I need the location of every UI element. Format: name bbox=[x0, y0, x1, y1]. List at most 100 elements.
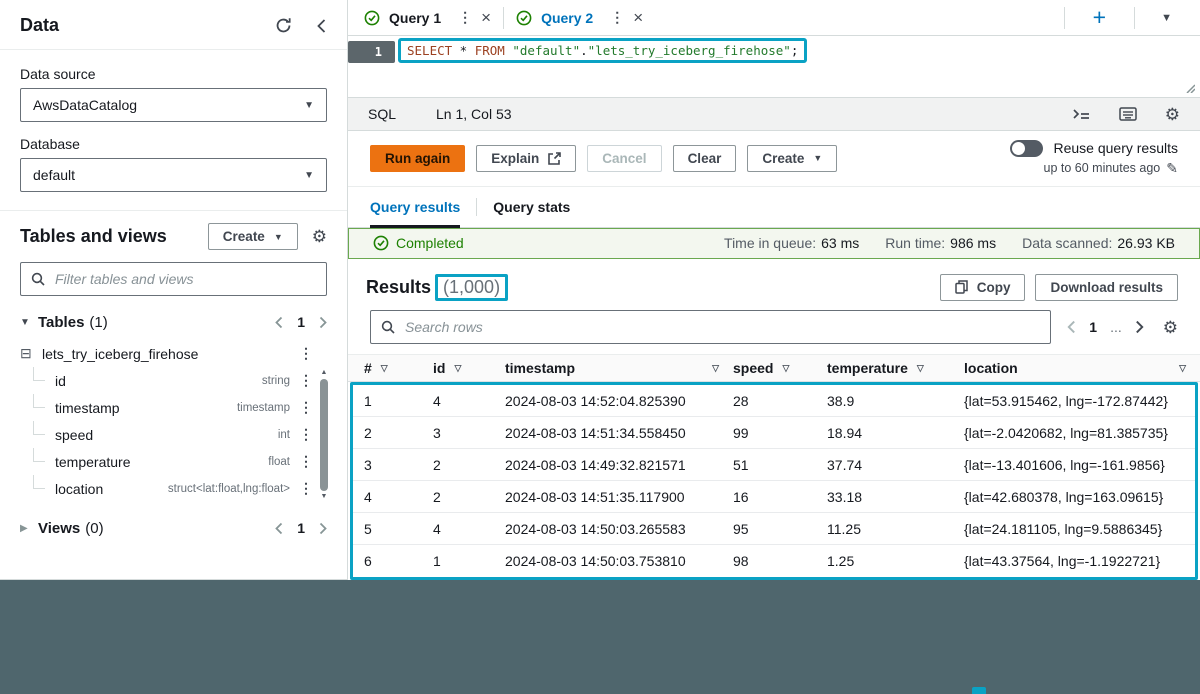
page-next-icon[interactable] bbox=[319, 316, 327, 329]
kebab-menu-icon[interactable]: ⋮ bbox=[299, 480, 313, 497]
scrollbar[interactable]: ▲ ▼ bbox=[319, 368, 329, 502]
cancel-button[interactable]: Cancel bbox=[587, 145, 661, 172]
col-header[interactable]: temperature bbox=[827, 360, 908, 376]
results-search-row: 1 ... ⚙ bbox=[370, 310, 1178, 344]
results-rows-annotation-box: 142024-08-03 14:52:04.8253902838.9{lat=5… bbox=[350, 382, 1198, 580]
col-header[interactable]: # bbox=[364, 360, 372, 376]
cursor-position: Ln 1, Col 53 bbox=[436, 106, 512, 122]
scroll-down-icon[interactable]: ▼ bbox=[321, 492, 328, 502]
scroll-up-icon[interactable]: ▲ bbox=[321, 368, 328, 378]
sql-keyword: SELECT bbox=[407, 43, 452, 58]
sql-editor[interactable]: 1 SELECT * FROM "default"."lets_try_iceb… bbox=[348, 36, 1200, 97]
page-prev-icon[interactable] bbox=[275, 522, 283, 535]
tree-connector bbox=[33, 394, 45, 408]
create-button[interactable]: Create▼ bbox=[747, 145, 837, 172]
caret-right-icon[interactable]: ▶ bbox=[20, 523, 38, 534]
current-page-number[interactable]: 1 bbox=[1089, 319, 1097, 335]
close-icon[interactable]: × bbox=[481, 9, 491, 26]
tab-query-2[interactable]: Query 2 ⋮ × bbox=[516, 9, 643, 26]
kebab-menu-icon[interactable]: ⋮ bbox=[458, 9, 472, 26]
table-row[interactable]: 612024-08-03 14:50:03.753810981.25{lat=4… bbox=[353, 545, 1195, 577]
col-header[interactable]: id bbox=[433, 360, 445, 376]
new-query-tab-icon[interactable]: + bbox=[1093, 6, 1106, 29]
filter-icon[interactable]: ▽ bbox=[712, 363, 719, 374]
search-rows-input[interactable] bbox=[403, 318, 1040, 336]
page-next-icon[interactable] bbox=[319, 522, 327, 535]
filter-icon[interactable]: ▽ bbox=[1179, 363, 1186, 374]
page-prev-icon[interactable] bbox=[1067, 320, 1076, 334]
filter-tables-input[interactable] bbox=[53, 270, 316, 288]
keyboard-shortcuts-icon[interactable] bbox=[1119, 107, 1137, 121]
database-select[interactable]: default ▼ bbox=[20, 158, 327, 192]
table-name: lets_try_iceberg_firehose bbox=[42, 346, 198, 362]
filter-tables-input-wrap bbox=[20, 262, 327, 296]
data-scanned-value: 26.93 KB bbox=[1117, 235, 1175, 251]
filter-icon[interactable]: ▽ bbox=[381, 363, 388, 374]
col-header[interactable]: speed bbox=[733, 360, 773, 376]
filter-icon[interactable]: ▽ bbox=[782, 363, 789, 374]
collapse-panel-icon[interactable] bbox=[316, 18, 327, 34]
sql-keyword: FROM bbox=[475, 43, 505, 58]
sidebar-header: Data bbox=[0, 0, 347, 50]
data-source-value: AwsDataCatalog bbox=[33, 97, 137, 113]
kebab-menu-icon[interactable]: ⋮ bbox=[299, 345, 313, 362]
kebab-menu-icon[interactable]: ⋮ bbox=[299, 399, 313, 416]
page-prev-icon[interactable] bbox=[275, 316, 283, 329]
data-source-select[interactable]: AwsDataCatalog ▼ bbox=[20, 88, 327, 122]
kebab-menu-icon[interactable]: ⋮ bbox=[299, 372, 313, 389]
clear-button[interactable]: Clear bbox=[673, 145, 737, 172]
page-next-icon[interactable] bbox=[1135, 320, 1144, 334]
explain-button[interactable]: Explain bbox=[476, 145, 576, 172]
sql-query-line[interactable]: SELECT * FROM "default"."lets_try_iceber… bbox=[398, 38, 807, 63]
sidebar-title: Data bbox=[20, 15, 59, 36]
copy-button[interactable]: Copy bbox=[940, 274, 1026, 301]
data-scanned-label: Data scanned: bbox=[1022, 235, 1112, 251]
divider bbox=[503, 7, 504, 29]
edit-pencil-icon[interactable]: ✎ bbox=[1166, 160, 1178, 177]
tree-connector bbox=[33, 448, 45, 462]
resize-handle[interactable] bbox=[1184, 82, 1195, 93]
filter-icon[interactable]: ▽ bbox=[454, 363, 461, 374]
col-header[interactable]: timestamp bbox=[505, 360, 575, 376]
tab-query-results[interactable]: Query results bbox=[370, 187, 460, 227]
tree-connector bbox=[33, 421, 45, 435]
views-section-label: Views bbox=[38, 520, 80, 537]
format-query-icon[interactable] bbox=[1072, 107, 1091, 121]
col-header[interactable]: location bbox=[964, 360, 1018, 376]
results-count: (1,000) bbox=[435, 274, 508, 301]
table-row[interactable]: 232024-08-03 14:51:34.5584509918.94{lat=… bbox=[353, 417, 1195, 449]
data-source-label: Data source bbox=[20, 66, 327, 82]
reuse-duration-text: up to 60 minutes ago bbox=[1044, 161, 1161, 175]
filter-icon[interactable]: ▽ bbox=[917, 363, 924, 374]
tab-list-dropdown-icon[interactable]: ▼ bbox=[1161, 12, 1172, 24]
gear-icon[interactable]: ⚙ bbox=[1165, 106, 1180, 123]
close-icon[interactable]: × bbox=[633, 9, 643, 26]
collapse-node-icon[interactable]: ⊟ bbox=[20, 345, 42, 362]
table-tree-item[interactable]: ⊟ lets_try_iceberg_firehose ⋮ bbox=[20, 340, 313, 367]
column-item: id string ⋮ bbox=[20, 367, 313, 394]
caret-down-icon[interactable]: ▼ bbox=[20, 317, 38, 328]
results-title: Results bbox=[366, 277, 431, 298]
tab-query-1[interactable]: Query 1 ⋮ × bbox=[364, 9, 491, 26]
run-time-label: Run time: bbox=[885, 235, 945, 251]
kebab-menu-icon[interactable]: ⋮ bbox=[610, 9, 624, 26]
download-results-button[interactable]: Download results bbox=[1035, 274, 1178, 301]
reuse-results-toggle[interactable] bbox=[1010, 140, 1043, 157]
run-again-button[interactable]: Run again bbox=[370, 145, 465, 172]
gear-icon[interactable]: ⚙ bbox=[312, 228, 327, 245]
table-row[interactable]: 422024-08-03 14:51:35.1179001633.18{lat=… bbox=[353, 481, 1195, 513]
query-status-banner: Completed Time in queue:63 ms Run time:9… bbox=[348, 228, 1200, 259]
create-table-button[interactable]: Create▼ bbox=[208, 223, 298, 250]
kebab-menu-icon[interactable]: ⋮ bbox=[299, 453, 313, 470]
table-row[interactable]: 322024-08-03 14:49:32.8215715137.74{lat=… bbox=[353, 449, 1195, 481]
kebab-menu-icon[interactable]: ⋮ bbox=[299, 426, 313, 443]
scrollbar-thumb[interactable] bbox=[320, 379, 328, 491]
divider bbox=[476, 198, 477, 216]
column-item: timestamp timestamp ⋮ bbox=[20, 394, 313, 421]
table-row[interactable]: 542024-08-03 14:50:03.2655839511.25{lat=… bbox=[353, 513, 1195, 545]
gear-icon[interactable]: ⚙ bbox=[1163, 319, 1178, 336]
tab-query-stats[interactable]: Query stats bbox=[493, 187, 570, 227]
refresh-icon[interactable] bbox=[275, 17, 292, 34]
table-row[interactable]: 142024-08-03 14:52:04.8253902838.9{lat=5… bbox=[353, 385, 1195, 417]
editor-language: SQL bbox=[368, 106, 396, 122]
